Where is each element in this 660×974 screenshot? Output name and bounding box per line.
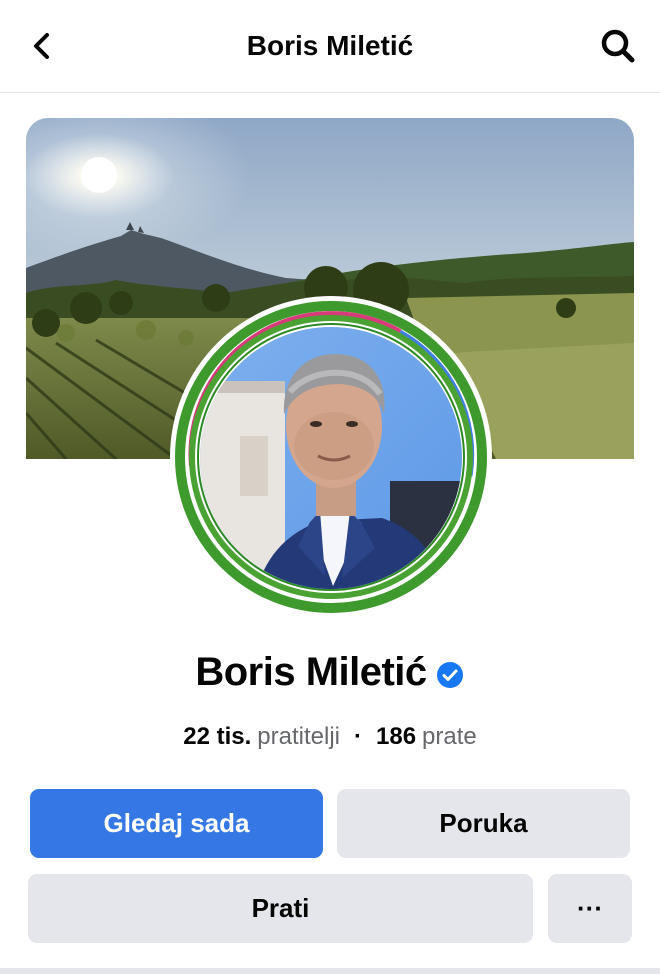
back-button[interactable] <box>22 24 62 68</box>
profile-name: Boris Miletić <box>195 650 427 694</box>
verified-badge-icon <box>435 660 465 690</box>
more-options-button[interactable]: ··· <box>548 874 632 943</box>
page-title: Boris Miletić <box>246 30 414 61</box>
search-button[interactable] <box>596 24 640 68</box>
stats-separator: · <box>354 723 362 750</box>
following-label[interactable]: prate <box>422 720 477 754</box>
profile-name-row: Boris Miletić <box>0 646 660 698</box>
watch-now-button[interactable]: Gledaj sada <box>30 789 323 858</box>
profile-photo-image <box>175 301 487 613</box>
following-count[interactable]: 186 <box>376 720 416 754</box>
follow-stats: 22 tis. pratitelji · 186 prate <box>0 720 660 754</box>
search-icon <box>601 29 635 63</box>
follow-button[interactable]: Prati <box>28 874 533 943</box>
chevron-left-icon <box>34 33 49 59</box>
followers-count[interactable]: 22 tis. <box>183 720 251 754</box>
followers-label[interactable]: pratitelji <box>257 720 340 754</box>
message-button[interactable]: Poruka <box>337 789 630 858</box>
section-divider <box>0 968 660 974</box>
top-bar: Boris Miletić <box>0 0 660 93</box>
profile-avatar[interactable] <box>170 296 492 618</box>
